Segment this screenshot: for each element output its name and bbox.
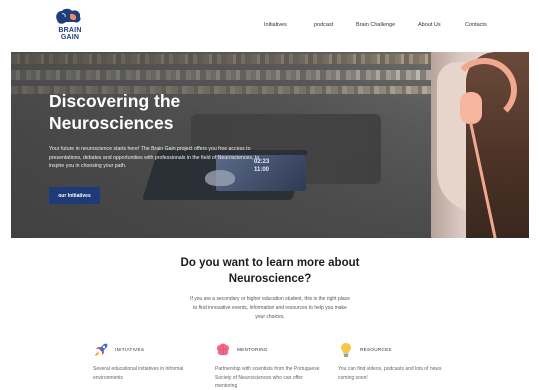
- hero-title-line2: Neurosciences: [49, 113, 174, 133]
- rocket-icon: [95, 343, 108, 356]
- section-title: Do you want to learn more about Neurosci…: [180, 257, 360, 285]
- nav-brain-challenge[interactable]: Brain Challenge: [356, 22, 395, 28]
- section-description: If you are a secondary or higher educati…: [190, 296, 350, 320]
- feature-text: Partnership with scientists from the Por…: [215, 366, 320, 389]
- lightbulb-icon: [341, 343, 351, 357]
- feature-title: INITIATIVES: [115, 347, 145, 352]
- feature-title: MENTORING: [237, 347, 268, 352]
- headphone-cup-image: [460, 92, 482, 124]
- nav-contacts[interactable]: Contacts: [465, 22, 487, 28]
- nav-initiatives[interactable]: Initiatives: [264, 22, 287, 28]
- site-header: BRAIN GAIN Initiatives podcast Brain Cha…: [0, 0, 539, 52]
- brain-icon: [216, 343, 230, 356]
- feature-text: You can find videos, podcasts and lots o…: [338, 366, 442, 381]
- our-initiatives-button[interactable]: our Initiatives: [49, 187, 100, 204]
- feature-text: Several educational initiatives in infor…: [93, 366, 184, 381]
- hero-description: Your future in neuroscience starts here!…: [49, 146, 260, 170]
- hero-title: Discovering the Neurosciences: [49, 90, 249, 134]
- nav-podcast[interactable]: podcast: [314, 22, 333, 28]
- main-nav: Initiatives podcast Brain Challenge Abou…: [0, 22, 539, 34]
- feature-title: RESOURCES: [360, 347, 392, 352]
- logo-text-line2: GAIN: [60, 34, 80, 41]
- hero-title-line1: Discovering the: [49, 91, 181, 111]
- brain-image: [205, 170, 235, 186]
- nav-about-us[interactable]: About Us: [418, 22, 441, 28]
